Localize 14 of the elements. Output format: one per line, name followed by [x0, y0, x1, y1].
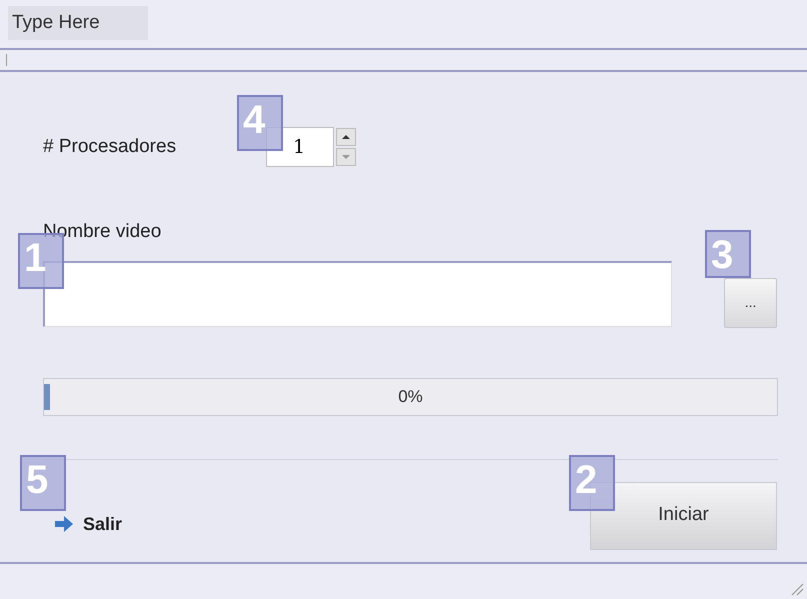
arrow-right-icon	[55, 516, 73, 532]
progress-label: 0%	[398, 386, 423, 408]
callout-badge: 3	[705, 230, 751, 278]
toolbar-handle-icon[interactable]	[6, 54, 9, 66]
exit-link[interactable]: Salir	[55, 510, 122, 538]
callout-badge: 4	[237, 95, 283, 151]
spin-up-icon[interactable]	[336, 128, 356, 146]
callout-badge: 2	[569, 455, 615, 511]
browse-button[interactable]: ...	[724, 278, 777, 328]
menu-item[interactable]: Type Here	[8, 6, 148, 40]
resize-grip-icon[interactable]	[790, 582, 804, 596]
field-label: # Procesadores	[43, 134, 178, 159]
callout-badge: 1	[18, 233, 64, 289]
callout-badge: 5	[20, 455, 66, 511]
